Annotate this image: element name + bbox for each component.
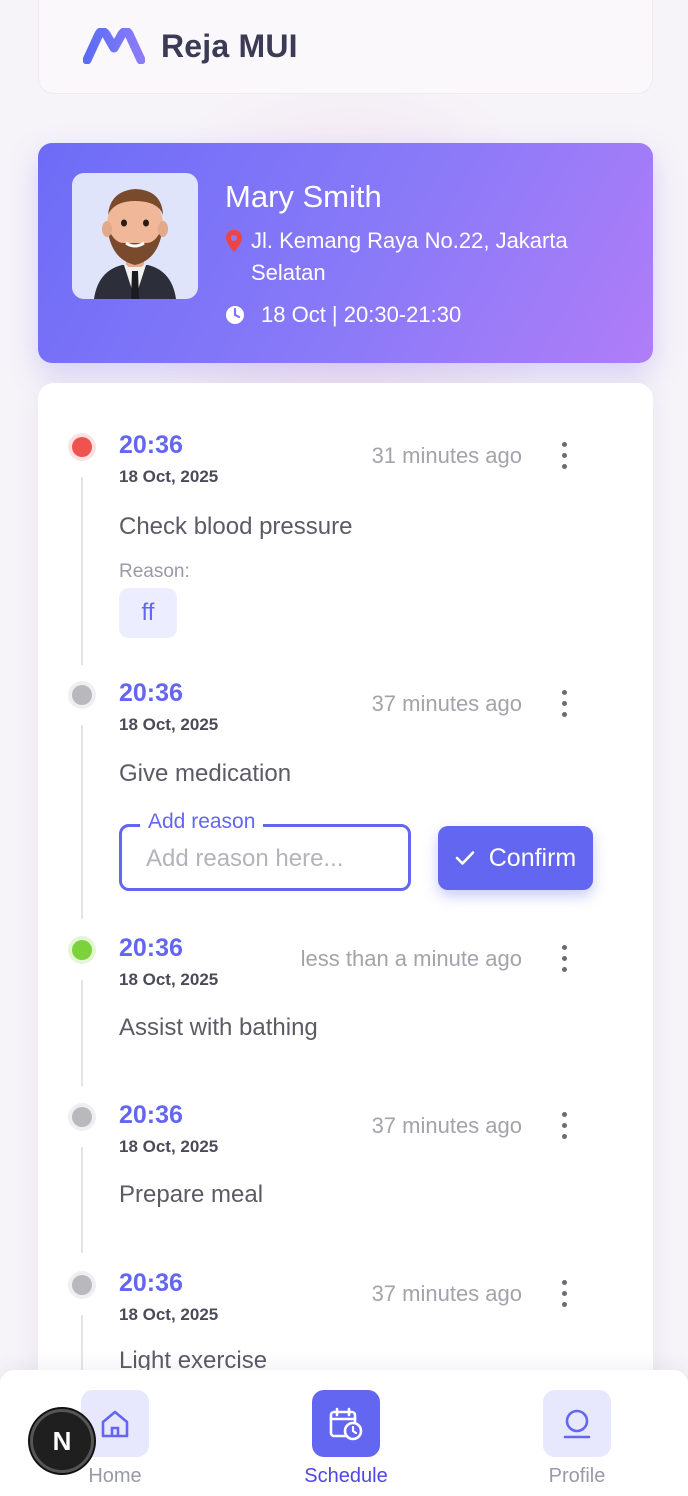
timeline-date: 18 Oct, 2025 xyxy=(119,467,219,486)
nav-item-profile[interactable]: Profile xyxy=(507,1390,647,1488)
timeline-date: 18 Oct, 2025 xyxy=(119,1305,219,1324)
timeline-ago: 37 minutes ago xyxy=(371,691,522,716)
timeline-task: Assist with bathing xyxy=(119,1014,318,1041)
timeline-ago: less than a minute ago xyxy=(300,946,522,971)
timeline-task: Prepare meal xyxy=(119,1181,264,1208)
check-icon xyxy=(455,851,475,865)
timeline-task: Give medication xyxy=(119,760,292,787)
status-dot-red xyxy=(72,437,92,457)
timeline-ago: 31 minutes ago xyxy=(371,443,522,468)
reason-field[interactable]: Add reason xyxy=(119,810,411,891)
user-icon xyxy=(563,1409,591,1438)
confirm-label: Confirm xyxy=(488,843,577,872)
logo-icon xyxy=(83,28,145,64)
patient-card[interactable]: Mary Smith Jl. Kemang Raya No.22, Jakart… xyxy=(38,143,653,363)
more-options-icon[interactable] xyxy=(548,938,580,978)
timeline-time: 20:36 xyxy=(119,934,183,962)
timeline-connector xyxy=(81,725,83,919)
bottom-navigation: Home Schedule Profile xyxy=(0,1370,688,1496)
reason-chip: ff xyxy=(119,588,177,638)
more-options-icon[interactable] xyxy=(548,1273,580,1313)
avatar xyxy=(72,173,198,299)
timeline-task: Check blood pressure xyxy=(119,513,353,540)
status-dot-gray xyxy=(72,1107,92,1127)
patient-name: Mary Smith xyxy=(225,179,382,214)
timeline-time: 20:36 xyxy=(119,1101,183,1129)
location-pin-icon xyxy=(226,230,242,252)
clock-icon xyxy=(226,306,244,324)
timeline-ago: 37 minutes ago xyxy=(371,1281,522,1306)
timeline-date: 18 Oct, 2025 xyxy=(119,970,219,989)
more-options-icon[interactable] xyxy=(548,683,580,723)
patient-address: Jl. Kemang Raya No.22, Jakarta Selatan xyxy=(225,225,625,289)
timeline-ago: 37 minutes ago xyxy=(371,1113,522,1138)
reason-input[interactable] xyxy=(146,845,396,873)
nav-label-profile: Profile xyxy=(548,1465,606,1487)
patient-schedule-text: 18 Oct | 20:30-21:30 xyxy=(261,302,462,327)
timeline-connector xyxy=(81,980,83,1086)
timeline-connector xyxy=(81,1147,83,1253)
more-options-icon[interactable] xyxy=(548,1105,580,1145)
patient-address-text: Jl. Kemang Raya No.22, Jakarta Selatan xyxy=(251,228,568,285)
timeline-card: 20:36 18 Oct, 2025 31 minutes ago Check … xyxy=(38,383,653,1496)
app-title: Reja MUI xyxy=(161,27,298,64)
timeline-time: 20:36 xyxy=(119,431,183,459)
patient-schedule: 18 Oct | 20:30-21:30 xyxy=(225,300,461,330)
reason-field-label: Add reason xyxy=(140,810,264,834)
nav-schedule-icon-wrap[interactable] xyxy=(312,1390,380,1457)
status-dot-gray xyxy=(72,685,92,705)
nav-label-schedule: Schedule xyxy=(304,1465,388,1487)
app-header: Reja MUI xyxy=(38,0,653,94)
calendar-clock-icon xyxy=(329,1407,363,1440)
nav-item-schedule[interactable]: Schedule xyxy=(276,1390,416,1488)
home-icon xyxy=(101,1410,129,1437)
reason-label: Reason: xyxy=(119,561,190,582)
timeline-date: 18 Oct, 2025 xyxy=(119,1137,219,1156)
dev-overlay-badge[interactable]: N xyxy=(30,1409,94,1473)
confirm-button[interactable]: Confirm xyxy=(438,826,593,890)
status-dot-gray xyxy=(72,1275,92,1295)
timeline-time: 20:36 xyxy=(119,679,183,707)
more-options-icon[interactable] xyxy=(548,435,580,475)
timeline-connector xyxy=(81,477,83,665)
timeline-time: 20:36 xyxy=(119,1269,183,1297)
timeline-date: 18 Oct, 2025 xyxy=(119,715,219,734)
avatar-illustration xyxy=(94,189,176,299)
status-dot-green xyxy=(72,940,92,960)
nav-profile-icon-wrap[interactable] xyxy=(543,1390,611,1457)
